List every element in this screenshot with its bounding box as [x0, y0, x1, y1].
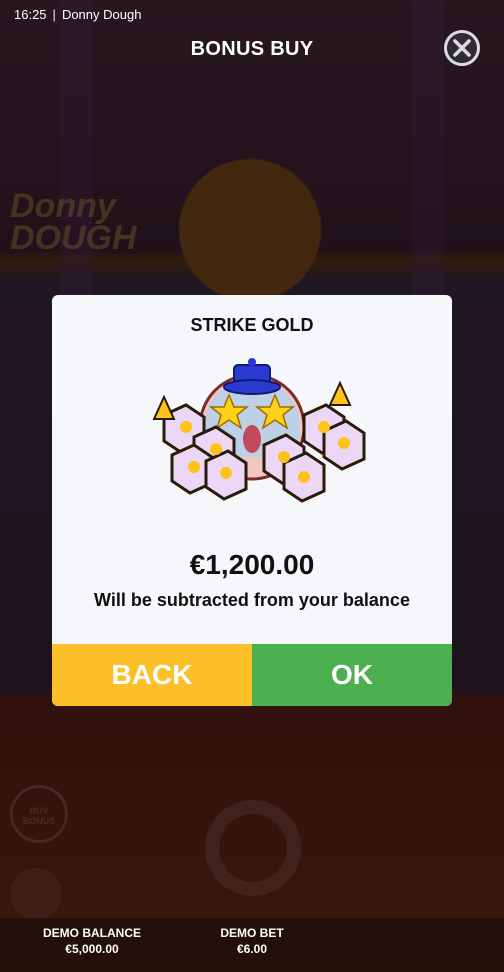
price-note: Will be subtracted from your balance — [94, 590, 410, 610]
status-separator: | — [52, 7, 56, 22]
page-title: BONUS BUY — [190, 38, 314, 60]
dialog-title: STRIKE GOLD — [190, 315, 314, 335]
demo-bet-label: DEMO BET — [220, 926, 284, 940]
strike-gold-artwork — [152, 358, 366, 503]
status-time: 16:25 — [14, 7, 47, 22]
close-button[interactable] — [444, 30, 480, 66]
status-bar: 16:25 | Donny Dough — [14, 7, 141, 22]
close-icon — [453, 39, 471, 57]
demo-bet: DEMO BET €6.00 — [198, 925, 306, 957]
bonus-buy-dialog: STRIKE GOLD €1,200.00 Will be subtracted… — [52, 295, 452, 706]
ok-button[interactable]: OK — [252, 644, 452, 706]
bonus-price: €1,200.00 — [189, 549, 315, 580]
footer-bar: DEMO BALANCE €5,000.00 DEMO BET €6.00 — [0, 918, 504, 972]
status-game-name: Donny Dough — [61, 7, 142, 22]
demo-balance-value: €5,000.00 — [65, 942, 119, 956]
demo-balance: DEMO BALANCE €5,000.00 — [30, 925, 154, 957]
demo-bet-value: €6.00 — [236, 942, 268, 956]
demo-balance-label: DEMO BALANCE — [43, 926, 141, 940]
back-button[interactable]: BACK — [52, 644, 252, 706]
